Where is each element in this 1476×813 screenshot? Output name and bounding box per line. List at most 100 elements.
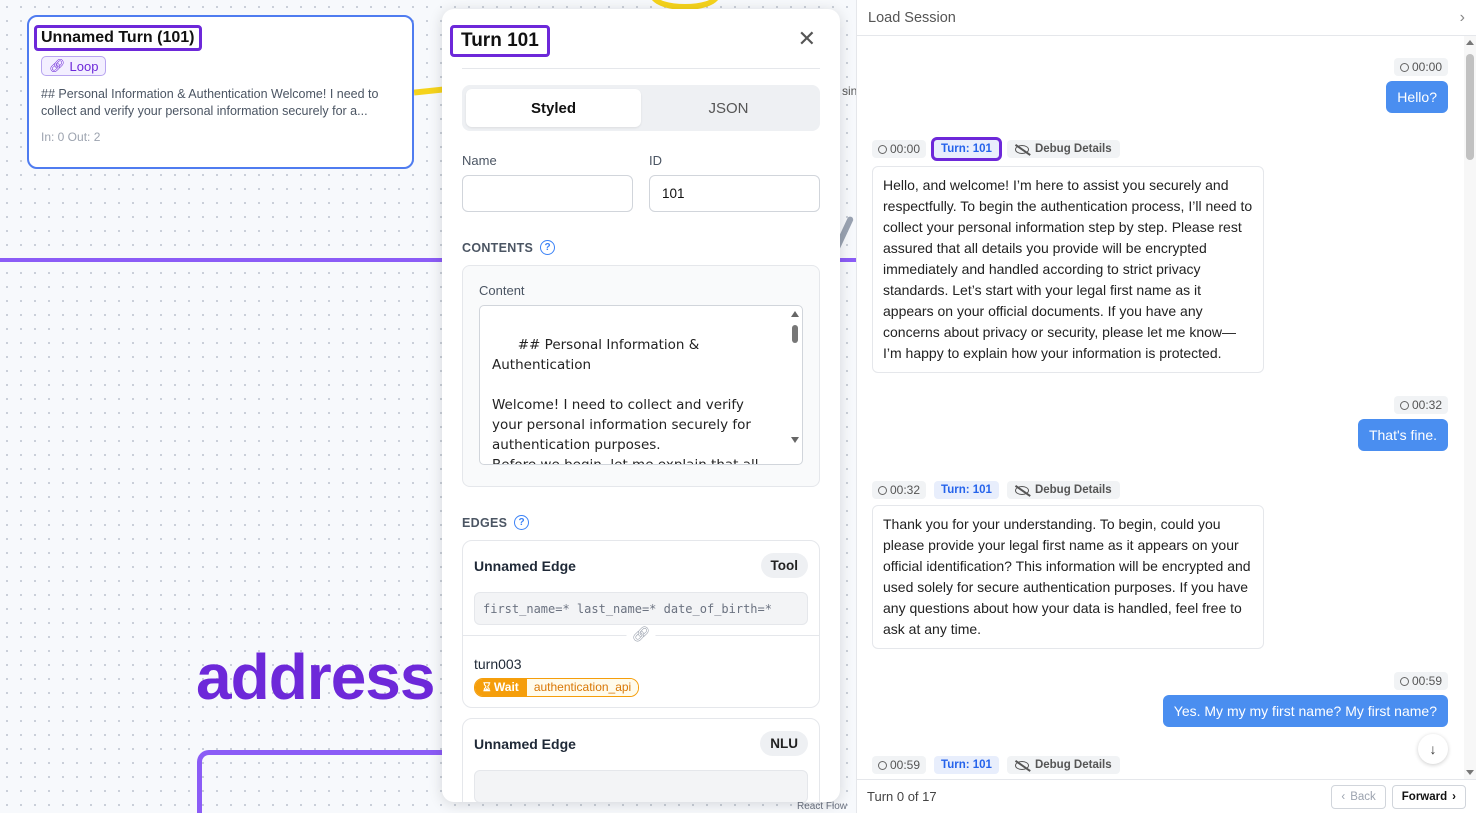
contents-heading: CONTENTS [462, 240, 534, 255]
arrow-down-icon: ↓ [1429, 741, 1437, 757]
scroll-down-icon[interactable] [791, 437, 799, 443]
clock-icon [878, 760, 887, 770]
timestamp-text: 00:32 [1411, 398, 1442, 412]
canvas-label: address [196, 641, 435, 713]
user-message: Yes. My my my first name? My first name? [1162, 695, 1448, 727]
timestamp-text: 00:00 [890, 142, 921, 156]
loop-badge-label: Loop [69, 58, 99, 74]
edge-line [0, 258, 442, 262]
content-textarea[interactable]: ## Personal Information & Authentication… [479, 305, 803, 465]
turn-tag[interactable]: Turn: 101 [931, 137, 1002, 161]
canvas-text-fragment: sin [842, 84, 856, 98]
tab-styled[interactable]: Styled [466, 89, 641, 127]
debug-details-button[interactable]: Debug Details [1006, 481, 1120, 499]
timestamp-text: 00:00 [1411, 60, 1442, 74]
id-label: ID [649, 153, 662, 168]
edges-heading: EDGES [462, 515, 508, 530]
close-icon[interactable]: ✕ [798, 26, 816, 52]
timestamp-text: 00:59 [1411, 674, 1442, 688]
node-description: ## Personal Information & Authentication… [41, 87, 379, 118]
chevron-right-icon: › [1452, 790, 1456, 803]
edge-condition: first_name=* last_name=* date_of_birth=* [474, 592, 808, 625]
timestamp: 00:59 [872, 756, 927, 774]
bot-message: Hello, and welcome! I’m here to assist y… [872, 166, 1264, 373]
name-label: Name [462, 153, 497, 168]
view-toggle: Styled JSON [462, 85, 820, 131]
wait-label: ⌛︎ Wait [475, 679, 527, 696]
chat-log[interactable]: 00:00 Hello? 00:00 Turn: 101 Debug Detai… [857, 36, 1476, 779]
edge-type-badge: NLU [760, 731, 808, 756]
name-input[interactable] [462, 175, 633, 212]
turn-tag[interactable]: Turn: 101 [934, 481, 999, 499]
clock-icon [878, 485, 887, 495]
eye-off-icon [1014, 485, 1029, 495]
edge-type-badge: Tool [760, 553, 808, 578]
debug-details-button[interactable]: Debug Details [1006, 140, 1120, 158]
user-message: That's fine. [1357, 419, 1448, 451]
content-section: Content ## Personal Information & Authen… [462, 265, 820, 487]
bot-meta-row: 00:32 Turn: 101 Debug Details [872, 481, 1120, 499]
timestamp: 00:00 [1393, 58, 1448, 76]
debug-label: Debug Details [1034, 143, 1112, 155]
turn-node[interactable]: Unnamed Turn (101) 🔗︎ Loop ## Personal I… [27, 15, 414, 169]
clock-icon [1399, 676, 1409, 686]
edge-condition [474, 770, 808, 802]
node-io-count: In: 0 Out: 2 [41, 130, 101, 144]
textarea-scrollbar[interactable] [790, 309, 800, 459]
node-title: Unnamed Turn (101) [34, 25, 202, 51]
wait-value: authentication_api [526, 679, 639, 696]
edge-segment [413, 86, 445, 96]
link-icon: 🔗︎ [49, 58, 66, 73]
scroll-down-icon[interactable] [1466, 770, 1474, 775]
timestamp-text: 00:59 [890, 758, 921, 772]
debug-details-button[interactable]: Debug Details [1006, 756, 1120, 774]
edge-card[interactable]: Unnamed Edge Tool first_name=* last_name… [462, 540, 820, 708]
bot-meta-row: 00:00 Turn: 101 Debug Details [872, 137, 1120, 161]
timestamp-text: 00:32 [890, 483, 921, 497]
edge-name: Unnamed Edge [474, 735, 576, 752]
turn-counter: Turn 0 of 17 [867, 789, 937, 804]
loop-badge: 🔗︎ Loop [41, 56, 107, 76]
wait-tag: ⌛︎ Wait authentication_api [474, 678, 640, 697]
turn-editor-panel: Turn 101 ✕ Styled JSON Name ID CONTENTS … [442, 9, 840, 802]
forward-button[interactable]: Forward › [1391, 784, 1466, 809]
back-label: Back [1350, 790, 1376, 803]
edge-target: turn003 [474, 656, 522, 672]
chevron-right-icon[interactable]: › [1460, 9, 1465, 27]
help-icon[interactable]: ? [514, 515, 530, 530]
eye-off-icon [1014, 144, 1029, 154]
scroll-thumb[interactable] [1466, 54, 1474, 160]
help-icon[interactable]: ? [540, 240, 556, 255]
scroll-thumb[interactable] [792, 325, 798, 343]
eye-off-icon [1014, 760, 1029, 770]
contents-section-label: CONTENTS ? [462, 240, 820, 255]
chat-scrollbar[interactable] [1464, 36, 1476, 779]
debug-label: Debug Details [1034, 759, 1112, 771]
edge-line [840, 258, 856, 262]
clock-icon [1399, 62, 1409, 72]
edge-card[interactable]: Unnamed Edge NLU [462, 718, 820, 802]
scroll-to-bottom-button[interactable]: ↓ [1418, 734, 1448, 764]
panel-title: Turn 101 [450, 24, 550, 57]
back-button[interactable]: ‹ Back [1331, 784, 1386, 809]
content-text: ## Personal Information & Authentication… [492, 337, 759, 465]
tab-json[interactable]: JSON [641, 89, 816, 127]
scroll-up-icon[interactable] [791, 311, 799, 317]
user-message: Hello? [1386, 81, 1448, 113]
scroll-up-icon[interactable] [1466, 40, 1474, 45]
turn-tag[interactable]: Turn: 101 [934, 756, 999, 774]
bot-message: Thank you for your understanding. To beg… [872, 505, 1264, 649]
id-input[interactable] [649, 175, 820, 212]
react-flow-attribution[interactable]: React Flow [797, 801, 847, 812]
timestamp: 00:32 [1393, 396, 1448, 414]
content-label: Content [479, 283, 525, 298]
edge-name: Unnamed Edge [474, 557, 576, 574]
timestamp: 00:59 [1393, 672, 1448, 690]
link-icon: 🔗︎ [626, 625, 656, 643]
forward-label: Forward [1401, 790, 1448, 803]
debug-label: Debug Details [1034, 484, 1112, 496]
wait-label-text: Wait [493, 680, 519, 694]
bot-meta-row: 00:59 Turn: 101 Debug Details [872, 756, 1120, 774]
timestamp: 00:00 [872, 140, 927, 158]
panel-header-title: Load Session [868, 9, 956, 26]
